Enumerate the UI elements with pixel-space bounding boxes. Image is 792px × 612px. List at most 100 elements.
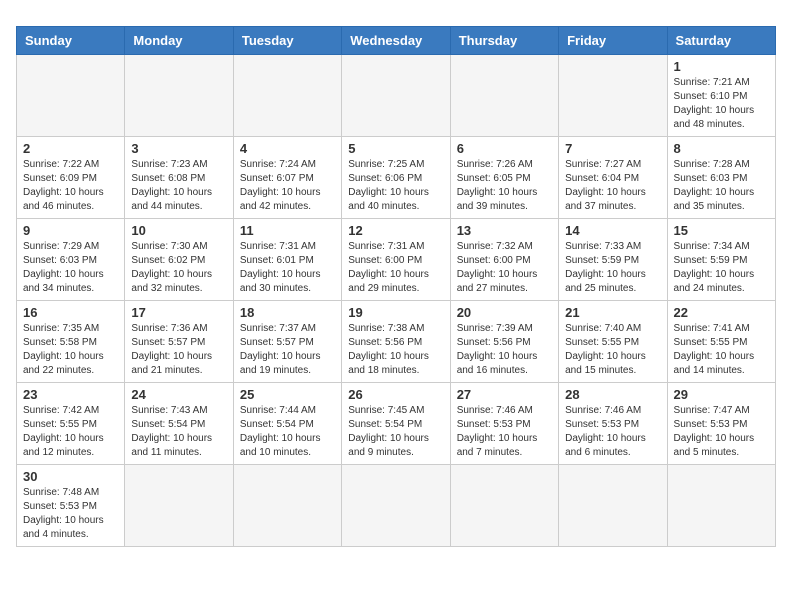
- day-info: Sunrise: 7:43 AM Sunset: 5:54 PM Dayligh…: [131, 404, 226, 460]
- calendar-cell: 16 Sunrise: 7:35 AM Sunset: 5:58 PM Dayli…: [17, 301, 125, 383]
- calendar-cell: 1 Sunrise: 7:21 AM Sunset: 6:10 PM Daylig…: [667, 55, 775, 137]
- calendar-cell: [233, 55, 341, 137]
- day-number: 7: [565, 141, 660, 156]
- weekday-saturday: Saturday: [667, 27, 775, 55]
- day-number: 17: [131, 305, 226, 320]
- day-info: Sunrise: 7:30 AM Sunset: 6:02 PM Dayligh…: [131, 240, 226, 296]
- day-info: Sunrise: 7:44 AM Sunset: 5:54 PM Dayligh…: [240, 404, 335, 460]
- calendar-cell: [17, 55, 125, 137]
- calendar-week-row: 30Sunrise: 7:48 AM Sunset: 5:53 PM Dayli…: [17, 465, 776, 547]
- calendar-cell: 8Sunrise: 7:28 AM Sunset: 6:03 PM Daylig…: [667, 137, 775, 219]
- calendar-cell: 10Sunrise: 7:30 AM Sunset: 6:02 PM Dayli…: [125, 219, 233, 301]
- day-info: Sunrise: 7:23 AM Sunset: 6:08 PM Dayligh…: [131, 158, 226, 214]
- day-info: Sunrise: 7:21 AM Sunset: 6:10 PM Dayligh…: [674, 76, 769, 132]
- calendar-cell: [233, 465, 341, 547]
- day-info: Sunrise: 7:33 AM Sunset: 5:59 PM Dayligh…: [565, 240, 660, 296]
- day-info: Sunrise: 7:22 AM Sunset: 6:09 PM Dayligh…: [23, 158, 118, 214]
- calendar-cell: 21 Sunrise: 7:40 AM Sunset: 5:55 PM Dayli…: [559, 301, 667, 383]
- calendar-cell: [342, 55, 450, 137]
- calendar-cell: [450, 465, 558, 547]
- calendar-cell: [342, 465, 450, 547]
- calendar-cell: 13 Sunrise: 7:32 AM Sunset: 6:00 PM Dayli…: [450, 219, 558, 301]
- day-number: 14: [565, 223, 660, 238]
- calendar-week-row: 16 Sunrise: 7:35 AM Sunset: 5:58 PM Dayli…: [17, 301, 776, 383]
- day-info: Sunrise: 7:38 AM Sunset: 5:56 PM Dayligh…: [348, 322, 443, 378]
- calendar-cell: 26 Sunrise: 7:45 AM Sunset: 5:54 PM Dayli…: [342, 383, 450, 465]
- day-number: 23: [23, 387, 118, 402]
- day-number: 5: [348, 141, 443, 156]
- day-number: 6: [457, 141, 552, 156]
- day-info: Sunrise: 7:32 AM Sunset: 6:00 PM Dayligh…: [457, 240, 552, 296]
- calendar-week-row: 23 Sunrise: 7:42 AM Sunset: 5:55 PM Dayli…: [17, 383, 776, 465]
- day-number: 25: [240, 387, 335, 402]
- calendar-cell: 3 Sunrise: 7:23 AM Sunset: 6:08 PM Daylig…: [125, 137, 233, 219]
- calendar-cell: 6 Sunrise: 7:26 AM Sunset: 6:05 PM Daylig…: [450, 137, 558, 219]
- weekday-monday: Monday: [125, 27, 233, 55]
- day-number: 26: [348, 387, 443, 402]
- day-number: 4: [240, 141, 335, 156]
- calendar-cell: 29Sunrise: 7:47 AM Sunset: 5:53 PM Dayli…: [667, 383, 775, 465]
- day-number: 13: [457, 223, 552, 238]
- calendar-week-row: 9 Sunrise: 7:29 AM Sunset: 6:03 PM Daylig…: [17, 219, 776, 301]
- calendar-cell: 7 Sunrise: 7:27 AM Sunset: 6:04 PM Daylig…: [559, 137, 667, 219]
- calendar-cell: 17 Sunrise: 7:36 AM Sunset: 5:57 PM Dayli…: [125, 301, 233, 383]
- calendar-cell: [559, 465, 667, 547]
- calendar-cell: 2Sunrise: 7:22 AM Sunset: 6:09 PM Daylig…: [17, 137, 125, 219]
- day-info: Sunrise: 7:46 AM Sunset: 5:53 PM Dayligh…: [565, 404, 660, 460]
- weekday-friday: Friday: [559, 27, 667, 55]
- day-info: Sunrise: 7:39 AM Sunset: 5:56 PM Dayligh…: [457, 322, 552, 378]
- calendar-cell: [125, 465, 233, 547]
- day-number: 16: [23, 305, 118, 320]
- calendar-cell: [667, 465, 775, 547]
- calendar-cell: 25 Sunrise: 7:44 AM Sunset: 5:54 PM Dayli…: [233, 383, 341, 465]
- calendar-cell: [125, 55, 233, 137]
- day-number: 19: [348, 305, 443, 320]
- calendar-cell: [450, 55, 558, 137]
- day-info: Sunrise: 7:34 AM Sunset: 5:59 PM Dayligh…: [674, 240, 769, 296]
- calendar-cell: 30Sunrise: 7:48 AM Sunset: 5:53 PM Dayli…: [17, 465, 125, 547]
- weekday-tuesday: Tuesday: [233, 27, 341, 55]
- calendar-cell: 15 Sunrise: 7:34 AM Sunset: 5:59 PM Dayli…: [667, 219, 775, 301]
- day-info: Sunrise: 7:45 AM Sunset: 5:54 PM Dayligh…: [348, 404, 443, 460]
- weekday-wednesday: Wednesday: [342, 27, 450, 55]
- calendar-cell: 20 Sunrise: 7:39 AM Sunset: 5:56 PM Dayli…: [450, 301, 558, 383]
- day-number: 21: [565, 305, 660, 320]
- day-info: Sunrise: 7:28 AM Sunset: 6:03 PM Dayligh…: [674, 158, 769, 214]
- day-info: Sunrise: 7:36 AM Sunset: 5:57 PM Dayligh…: [131, 322, 226, 378]
- day-info: Sunrise: 7:35 AM Sunset: 5:58 PM Dayligh…: [23, 322, 118, 378]
- calendar-cell: 14 Sunrise: 7:33 AM Sunset: 5:59 PM Dayli…: [559, 219, 667, 301]
- calendar-cell: 27 Sunrise: 7:46 AM Sunset: 5:53 PM Dayli…: [450, 383, 558, 465]
- calendar-cell: [559, 55, 667, 137]
- day-info: Sunrise: 7:27 AM Sunset: 6:04 PM Dayligh…: [565, 158, 660, 214]
- day-info: Sunrise: 7:46 AM Sunset: 5:53 PM Dayligh…: [457, 404, 552, 460]
- day-number: 11: [240, 223, 335, 238]
- day-number: 28: [565, 387, 660, 402]
- day-number: 15: [674, 223, 769, 238]
- day-info: Sunrise: 7:25 AM Sunset: 6:06 PM Dayligh…: [348, 158, 443, 214]
- day-info: Sunrise: 7:47 AM Sunset: 5:53 PM Dayligh…: [674, 404, 769, 460]
- calendar-week-row: 1 Sunrise: 7:21 AM Sunset: 6:10 PM Daylig…: [17, 55, 776, 137]
- day-number: 1: [674, 59, 769, 74]
- day-info: Sunrise: 7:31 AM Sunset: 6:01 PM Dayligh…: [240, 240, 335, 296]
- day-info: Sunrise: 7:24 AM Sunset: 6:07 PM Dayligh…: [240, 158, 335, 214]
- day-info: Sunrise: 7:40 AM Sunset: 5:55 PM Dayligh…: [565, 322, 660, 378]
- day-info: Sunrise: 7:29 AM Sunset: 6:03 PM Dayligh…: [23, 240, 118, 296]
- day-number: 18: [240, 305, 335, 320]
- day-info: Sunrise: 7:42 AM Sunset: 5:55 PM Dayligh…: [23, 404, 118, 460]
- calendar-cell: 22 Sunrise: 7:41 AM Sunset: 5:55 PM Dayli…: [667, 301, 775, 383]
- calendar-cell: 5 Sunrise: 7:25 AM Sunset: 6:06 PM Daylig…: [342, 137, 450, 219]
- calendar-cell: 12Sunrise: 7:31 AM Sunset: 6:00 PM Dayli…: [342, 219, 450, 301]
- day-info: Sunrise: 7:41 AM Sunset: 5:55 PM Dayligh…: [674, 322, 769, 378]
- day-number: 24: [131, 387, 226, 402]
- calendar-table: SundayMondayTuesdayWednesdayThursdayFrid…: [16, 26, 776, 547]
- calendar-cell: 11 Sunrise: 7:31 AM Sunset: 6:01 PM Dayli…: [233, 219, 341, 301]
- day-number: 27: [457, 387, 552, 402]
- day-number: 9: [23, 223, 118, 238]
- day-number: 20: [457, 305, 552, 320]
- calendar-week-row: 2Sunrise: 7:22 AM Sunset: 6:09 PM Daylig…: [17, 137, 776, 219]
- calendar-cell: 28 Sunrise: 7:46 AM Sunset: 5:53 PM Dayli…: [559, 383, 667, 465]
- calendar-cell: 18Sunrise: 7:37 AM Sunset: 5:57 PM Dayli…: [233, 301, 341, 383]
- day-number: 3: [131, 141, 226, 156]
- day-number: 22: [674, 305, 769, 320]
- day-info: Sunrise: 7:26 AM Sunset: 6:05 PM Dayligh…: [457, 158, 552, 214]
